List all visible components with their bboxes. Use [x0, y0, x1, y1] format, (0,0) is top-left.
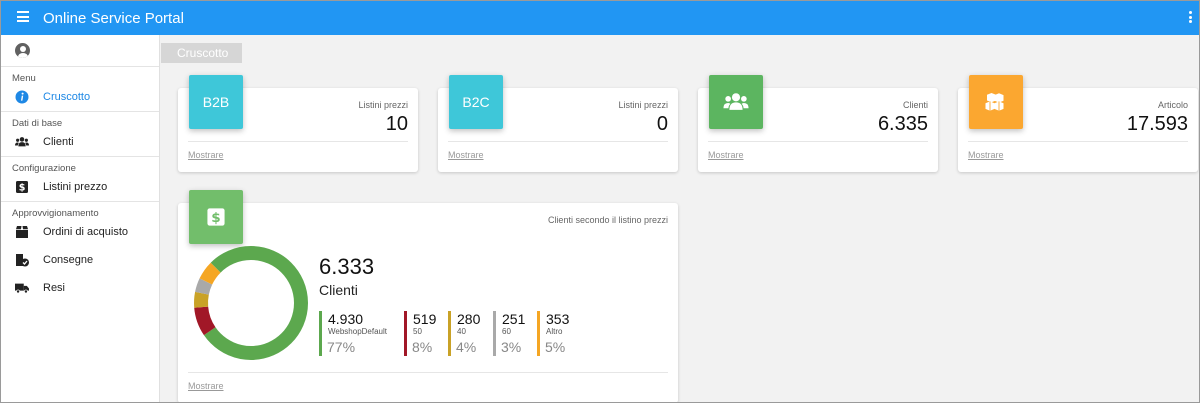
sidebar-item-listini-prezzo[interactable]: $ Listini prezzo — [1, 173, 159, 201]
users-icon — [723, 93, 749, 110]
customers-tile — [709, 75, 763, 129]
truck-icon — [15, 283, 29, 294]
legend-name: WebshopDefault — [328, 327, 387, 336]
legend-value: 353 — [546, 311, 570, 327]
pricelist-tile: $ — [189, 190, 243, 244]
card-caption: Listini prezzi — [618, 100, 668, 110]
delivery-icon — [16, 254, 29, 267]
dollar-icon: $ — [207, 208, 225, 226]
total-value: 6.333 — [319, 254, 375, 279]
legend-item-webshopdefault: 4.930 WebshopDefault 77% — [319, 311, 387, 356]
app-title: Online Service Portal — [43, 10, 184, 27]
show-link[interactable]: Mostrare — [708, 150, 744, 160]
card-value: 10 — [385, 113, 408, 135]
sidebar-item-clienti[interactable]: Clienti — [1, 128, 159, 156]
b2c-tile: B2C — [449, 75, 503, 129]
show-link[interactable]: Mostrare — [968, 150, 1004, 160]
legend-value: 280 — [457, 311, 481, 327]
card-caption: Articolo — [1157, 100, 1188, 110]
show-link[interactable]: Mostrare — [448, 150, 484, 160]
sidebar-section-dati-di-base: Dati di base — [12, 118, 63, 129]
legend-item-50: 519 50 8% — [404, 311, 436, 356]
legend-percent: 5% — [545, 339, 566, 355]
total-label: Clienti — [319, 282, 358, 298]
legend-percent: 3% — [501, 339, 522, 355]
sidebar-item-label: Cruscotto — [43, 91, 91, 103]
sidebar-section-configurazione: Configurazione — [12, 163, 76, 174]
top-app-bar: Online Service Portal — [1, 1, 1199, 35]
legend-percent: 8% — [412, 339, 433, 355]
sidebar-item-resi[interactable]: Resi — [1, 274, 159, 302]
svg-text:$: $ — [211, 210, 220, 226]
donut-chart — [194, 246, 308, 360]
card-value: 6.335 — [877, 113, 928, 135]
sidebar-section-menu: Menu — [12, 73, 36, 84]
legend-value: 251 — [502, 311, 526, 327]
sidebar-section-approvvigionamento: Approvvigionamento — [12, 208, 99, 219]
box-icon — [16, 226, 28, 238]
sidebar-item-consegne[interactable]: Consegne — [1, 246, 159, 274]
cubes-icon — [985, 93, 1004, 111]
b2b-pricelists-card: B2B Listini prezzi 10 Mostrare — [178, 75, 418, 172]
info-icon — [15, 90, 29, 104]
card-subtitle: Clienti secondo il listino prezzi — [547, 215, 668, 225]
donut-segment-50 — [194, 246, 308, 360]
svg-text:$: $ — [19, 183, 26, 194]
legend-value: 4.930 — [328, 311, 364, 327]
user-row[interactable] — [1, 35, 159, 67]
show-link[interactable]: Mostrare — [188, 150, 224, 160]
b2b-tile: B2B — [189, 75, 243, 129]
hamburger-icon[interactable] — [17, 11, 29, 22]
donut-segment-altro — [194, 246, 308, 360]
legend-item-altro: 353 Altro 5% — [537, 311, 569, 356]
card-caption: Listini prezzi — [358, 100, 408, 110]
tab-cruscotto[interactable]: Cruscotto — [161, 43, 242, 63]
legend-percent: 4% — [456, 339, 477, 355]
sidebar: Menu Cruscotto Dati di base Clienti Conf… — [1, 35, 160, 402]
legend-name: 60 — [502, 327, 511, 336]
legend-name: 50 — [413, 327, 422, 336]
b2c-pricelists-card: B2C Listini prezzi 0 Mostrare — [438, 75, 678, 172]
sidebar-item-cruscotto[interactable]: Cruscotto — [1, 83, 159, 111]
sidebar-item-label: Consegne — [43, 254, 94, 266]
card-caption: Clienti — [902, 100, 928, 110]
customers-card: Clienti 6.335 Mostrare — [698, 75, 938, 172]
articles-card: Articolo 17.593 Mostrare — [958, 75, 1198, 172]
donut-segment-40 — [194, 246, 308, 360]
sidebar-item-label: Ordini di acquisto — [43, 226, 128, 238]
card-value: 0 — [656, 113, 668, 135]
sidebar-item-label: Resi — [43, 282, 66, 294]
sidebar-item-label: Listini prezzo — [43, 181, 108, 193]
avatar[interactable] — [15, 43, 30, 58]
donut-segment-webshopdefault — [194, 246, 308, 360]
legend-item-40: 280 40 4% — [448, 311, 480, 356]
customers-by-pricelist-card: $ Clienti secondo il listino prezzi 6.33… — [178, 190, 678, 402]
sidebar-item-label: Clienti — [43, 136, 74, 148]
legend-name: 40 — [457, 327, 466, 336]
show-link[interactable]: Mostrare — [188, 381, 224, 391]
legend-value: 519 — [413, 311, 437, 327]
sidebar-item-ordini-di-acquisto[interactable]: Ordini di acquisto — [1, 218, 159, 246]
users-icon — [15, 137, 29, 147]
main-content: Cruscotto B2B Listini prezzi 10 Mostrare… — [161, 35, 1199, 402]
legend-item-60: 251 60 3% — [493, 311, 525, 356]
card-value: 17.593 — [1126, 113, 1188, 135]
dollar-icon: $ — [16, 181, 28, 194]
articles-tile — [969, 75, 1023, 129]
donut-segment-60 — [194, 246, 308, 360]
kebab-icon[interactable] — [1189, 11, 1193, 25]
app-window: Online Service Portal Menu Cruscotto Dat… — [0, 0, 1200, 403]
legend-percent: 77% — [327, 339, 356, 355]
legend-name: Altro — [546, 327, 563, 336]
